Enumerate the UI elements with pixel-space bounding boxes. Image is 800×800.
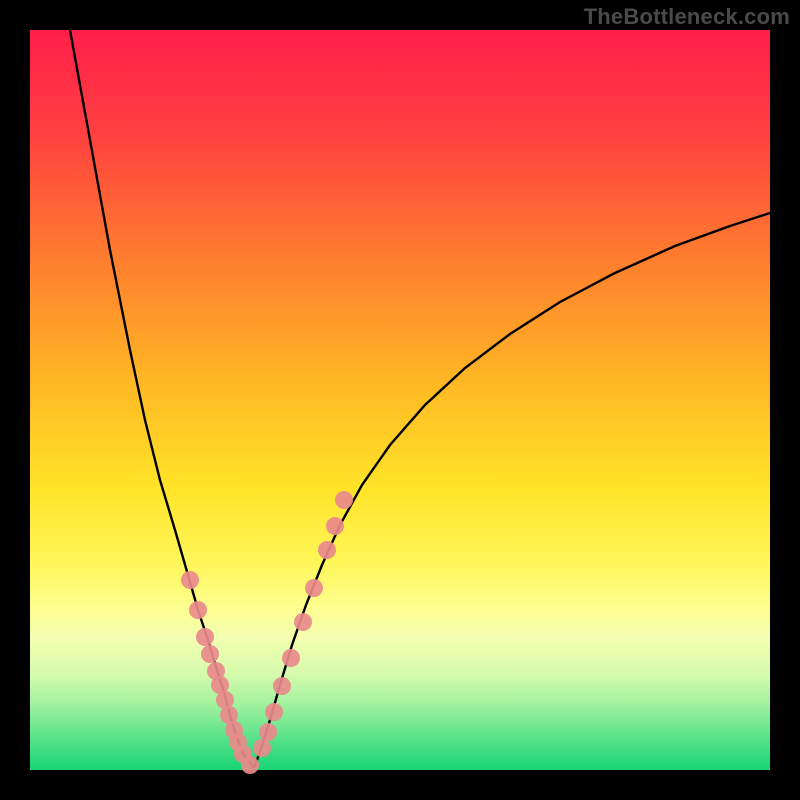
marker-dot [201,645,219,663]
marker-dot [189,601,207,619]
marker-dot [181,571,199,589]
marker-dot [318,541,336,559]
marker-dot [253,739,271,757]
chart-frame: TheBottleneck.com [0,0,800,800]
plot-area [30,30,770,770]
marker-dot [305,579,323,597]
marker-dot [335,491,353,509]
marker-dot [259,723,277,741]
curve-right-branch [254,213,770,768]
marker-dot [265,703,283,721]
marker-dot [196,628,214,646]
marker-dot [273,677,291,695]
curve-left-branch [70,30,254,768]
right-branch-path [254,213,770,768]
curve-svg [30,30,770,770]
marker-dot [282,649,300,667]
marker-dot [294,613,312,631]
marker-dot [241,756,259,774]
marker-group [181,491,353,774]
watermark-text: TheBottleneck.com [584,4,790,30]
marker-dot [326,517,344,535]
left-branch-path [70,30,254,768]
